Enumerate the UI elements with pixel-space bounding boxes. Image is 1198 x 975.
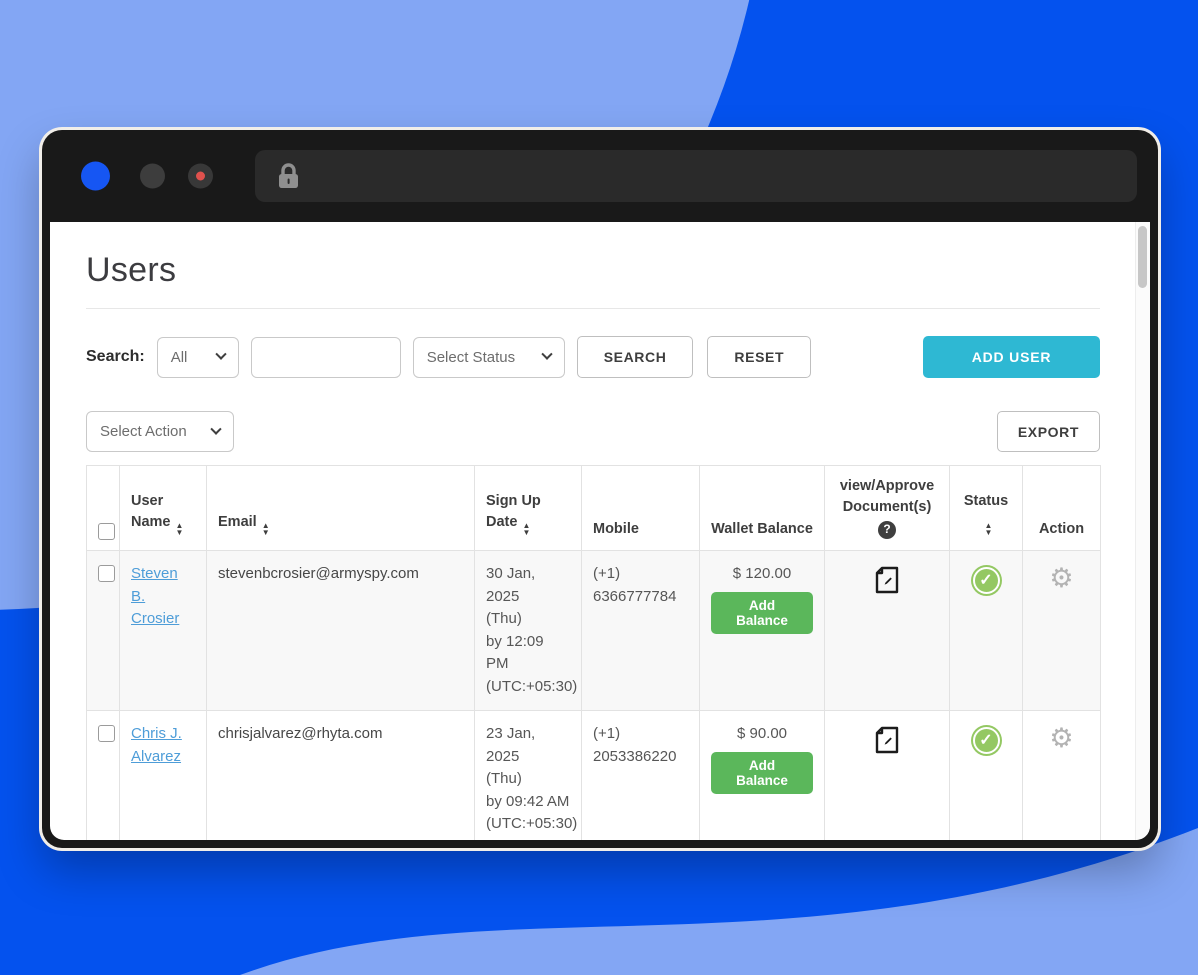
bulk-action-select[interactable]: Select Action [86, 411, 234, 452]
action-cell: ⚙ [1023, 711, 1101, 840]
gear-icon[interactable]: ⚙ [1049, 725, 1073, 752]
chevron-down-icon [541, 349, 552, 360]
signup-date-cell: 23 Jan, 2025 (Thu) by 09:42 AM (UTC:+05:… [475, 711, 582, 840]
email-cell: chrisjalvarez@rhyta.com [207, 711, 475, 840]
browser-titlebar [42, 130, 1158, 222]
header-wallet-balance: Wallet Balance [700, 466, 825, 551]
wallet-balance: $ 120.00 [711, 563, 813, 586]
search-label: Search: [86, 348, 145, 366]
page-title: Users [86, 248, 1100, 292]
users-table: User Name Email Sign Up Date Mobile Wall… [86, 465, 1101, 840]
search-field-select[interactable]: All [157, 337, 239, 378]
header-signup-date[interactable]: Sign Up Date [475, 466, 582, 551]
header-status[interactable]: Status [950, 466, 1023, 551]
search-toolbar: Search: All Select Status SEARCH RESET A… [86, 336, 1100, 378]
actions-toolbar: Select Action EXPORT [86, 411, 1100, 452]
browser-window: Users Search: All Select Status SEARCH R… [42, 130, 1158, 848]
header-mobile: Mobile [582, 466, 700, 551]
header-user-name[interactable]: User Name [120, 466, 207, 551]
scrollbar-thumb[interactable] [1138, 226, 1147, 288]
add-balance-button[interactable]: Add Balance [711, 592, 813, 634]
status-select[interactable]: Select Status [413, 337, 565, 378]
bulk-action-select-value: Select Action [100, 423, 187, 440]
status-cell: ✓ [950, 711, 1023, 840]
window-button-red[interactable] [188, 164, 213, 189]
window-button-gray[interactable] [140, 164, 165, 189]
status-cell: ✓ [950, 551, 1023, 711]
chevron-down-icon [215, 349, 226, 360]
page-content: Users Search: All Select Status SEARCH R… [50, 222, 1150, 840]
table-row: Steven B. Crosier stevenbcrosier@armyspy… [87, 551, 1101, 711]
gear-icon[interactable]: ⚙ [1049, 565, 1073, 592]
table-row: Chris J. Alvarez chrisjalvarez@rhyta.com… [87, 711, 1101, 840]
mobile-cell: (+1) 2053386220 [582, 711, 700, 840]
signup-date-cell: 30 Jan, 2025 (Thu) by 12:09 PM (UTC:+05:… [475, 551, 582, 711]
sort-icon[interactable] [985, 526, 993, 540]
status-select-value: Select Status [427, 349, 515, 366]
action-cell: ⚙ [1023, 551, 1101, 711]
mobile-cell: (+1) 6366777784 [582, 551, 700, 711]
header-email[interactable]: Email [207, 466, 475, 551]
row-checkbox[interactable] [98, 565, 115, 582]
documents-cell [825, 711, 950, 840]
search-field-select-value: All [171, 349, 188, 366]
email-cell: stevenbcrosier@armyspy.com [207, 551, 475, 711]
help-icon[interactable]: ? [878, 521, 896, 539]
add-balance-button[interactable]: Add Balance [711, 752, 813, 794]
lock-icon [277, 162, 300, 190]
table-header-row: User Name Email Sign Up Date Mobile Wall… [87, 466, 1101, 551]
documents-cell [825, 551, 950, 711]
sort-icon[interactable] [176, 526, 184, 540]
window-button-blue[interactable] [81, 162, 110, 191]
status-active-icon[interactable]: ✓ [971, 725, 1002, 756]
wallet-balance: $ 90.00 [711, 723, 813, 746]
wallet-cell: $ 120.00 Add Balance [700, 551, 825, 711]
select-all-checkbox[interactable] [98, 523, 115, 540]
document-edit-icon[interactable] [873, 565, 901, 603]
row-checkbox[interactable] [98, 725, 115, 742]
title-divider [86, 308, 1100, 309]
address-bar[interactable] [255, 150, 1137, 202]
header-documents: view/Approve Document(s)? [825, 466, 950, 551]
sort-icon[interactable] [262, 526, 270, 540]
search-button[interactable]: SEARCH [577, 336, 694, 378]
header-action: Action [1023, 466, 1101, 551]
wallet-cell: $ 90.00 Add Balance [700, 711, 825, 840]
export-button[interactable]: EXPORT [997, 411, 1100, 452]
search-input[interactable] [251, 337, 401, 378]
user-name-link[interactable]: Chris J. Alvarez [131, 725, 182, 765]
status-active-icon[interactable]: ✓ [971, 565, 1002, 596]
reset-button[interactable]: RESET [707, 336, 811, 378]
sort-icon[interactable] [522, 526, 530, 540]
document-edit-icon[interactable] [873, 725, 901, 763]
chevron-down-icon [210, 423, 221, 434]
add-user-button[interactable]: ADD USER [923, 336, 1100, 378]
user-name-link[interactable]: Steven B. Crosier [131, 565, 179, 627]
scrollbar-track[interactable] [1135, 222, 1150, 840]
